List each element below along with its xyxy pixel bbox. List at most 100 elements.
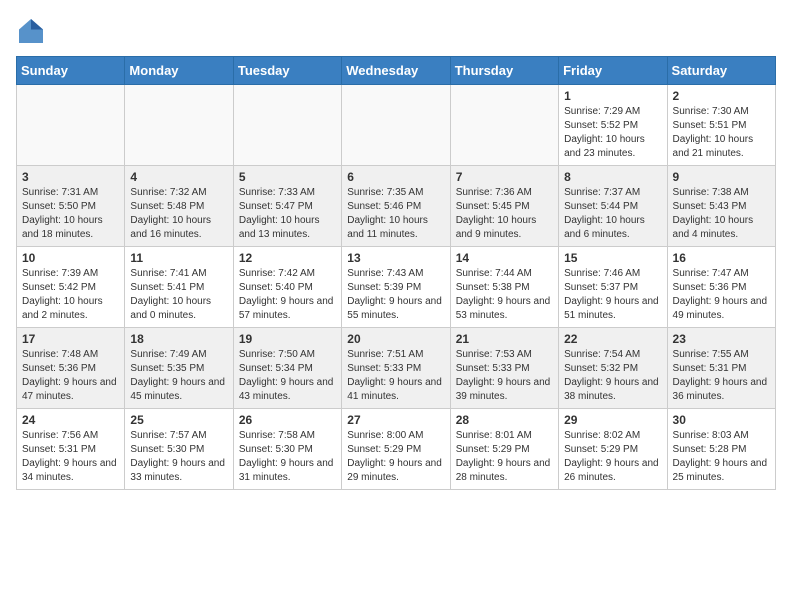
calendar-week-row: 17 Sunrise: 7:48 AMSunset: 5:36 PMDayligh… [17, 328, 776, 409]
calendar-day-cell: 18 Sunrise: 7:49 AMSunset: 5:35 PMDayligh… [125, 328, 233, 409]
day-number: 2 [673, 89, 770, 103]
calendar-day-cell: 8 Sunrise: 7:37 AMSunset: 5:44 PMDaylight… [559, 166, 667, 247]
calendar-day-cell: 29 Sunrise: 8:02 AMSunset: 5:29 PMDayligh… [559, 409, 667, 490]
day-info: Sunrise: 7:57 AMSunset: 5:30 PMDaylight:… [130, 429, 227, 485]
day-number: 17 [22, 332, 119, 346]
calendar-day-cell: 21 Sunrise: 7:53 AMSunset: 5:33 PMDayligh… [450, 328, 558, 409]
calendar-table: SundayMondayTuesdayWednesdayThursdayFrid… [16, 56, 776, 490]
calendar-day-cell [17, 85, 125, 166]
day-info: Sunrise: 7:49 AMSunset: 5:35 PMDaylight:… [130, 348, 227, 404]
day-number: 27 [347, 413, 444, 427]
day-number: 23 [673, 332, 770, 346]
weekday-header: Sunday [17, 57, 125, 85]
day-info: Sunrise: 7:43 AMSunset: 5:39 PMDaylight:… [347, 267, 444, 323]
day-info: Sunrise: 8:00 AMSunset: 5:29 PMDaylight:… [347, 429, 444, 485]
calendar-day-cell: 16Sunrise: 7:47 AMSunset: 5:36 PMDayligh… [667, 247, 775, 328]
weekday-header: Friday [559, 57, 667, 85]
day-info: Sunrise: 7:38 AMSunset: 5:43 PMDaylight:… [673, 186, 770, 242]
calendar-day-cell: 26 Sunrise: 7:58 AMSunset: 5:30 PMDayligh… [233, 409, 341, 490]
calendar-day-cell: 20 Sunrise: 7:51 AMSunset: 5:33 PMDayligh… [342, 328, 450, 409]
day-number: 1 [564, 89, 661, 103]
day-number: 18 [130, 332, 227, 346]
calendar-day-cell: 22 Sunrise: 7:54 AMSunset: 5:32 PMDayligh… [559, 328, 667, 409]
calendar-day-cell: 12 Sunrise: 7:42 AMSunset: 5:40 PMDayligh… [233, 247, 341, 328]
calendar-day-cell: 4 Sunrise: 7:32 AMSunset: 5:48 PMDaylight… [125, 166, 233, 247]
calendar-day-cell: 1 Sunrise: 7:29 AMSunset: 5:52 PMDaylight… [559, 85, 667, 166]
page-header [16, 16, 776, 46]
day-info: Sunrise: 7:51 AMSunset: 5:33 PMDaylight:… [347, 348, 444, 404]
calendar-day-cell: 13 Sunrise: 7:43 AMSunset: 5:39 PMDayligh… [342, 247, 450, 328]
day-info: Sunrise: 7:55 AMSunset: 5:31 PMDaylight:… [673, 348, 770, 404]
calendar-day-cell: 2Sunrise: 7:30 AMSunset: 5:51 PMDaylight… [667, 85, 775, 166]
day-number: 22 [564, 332, 661, 346]
calendar-day-cell: 6 Sunrise: 7:35 AMSunset: 5:46 PMDaylight… [342, 166, 450, 247]
day-number: 25 [130, 413, 227, 427]
day-number: 16 [673, 251, 770, 265]
day-info: Sunrise: 7:36 AMSunset: 5:45 PMDaylight:… [456, 186, 553, 242]
day-number: 12 [239, 251, 336, 265]
day-info: Sunrise: 7:54 AMSunset: 5:32 PMDaylight:… [564, 348, 661, 404]
calendar-day-cell: 30 Sunrise: 8:03 AMSunset: 5:28 PMDayligh… [667, 409, 775, 490]
day-info: Sunrise: 7:53 AMSunset: 5:33 PMDaylight:… [456, 348, 553, 404]
day-info: Sunrise: 8:01 AMSunset: 5:29 PMDaylight:… [456, 429, 553, 485]
weekday-header: Wednesday [342, 57, 450, 85]
day-info: Sunrise: 7:31 AMSunset: 5:50 PMDaylight:… [22, 186, 119, 242]
day-info: Sunrise: 8:02 AMSunset: 5:29 PMDaylight:… [564, 429, 661, 485]
day-number: 10 [22, 251, 119, 265]
logo [16, 16, 48, 46]
calendar-day-cell [125, 85, 233, 166]
calendar-week-row: 10 Sunrise: 7:39 AMSunset: 5:42 PMDayligh… [17, 247, 776, 328]
calendar-day-cell: 5Sunrise: 7:33 AMSunset: 5:47 PMDaylight… [233, 166, 341, 247]
day-info: Sunrise: 7:39 AMSunset: 5:42 PMDaylight:… [22, 267, 119, 323]
day-number: 24 [22, 413, 119, 427]
calendar-day-cell: 9Sunrise: 7:38 AMSunset: 5:43 PMDaylight… [667, 166, 775, 247]
calendar-day-cell [342, 85, 450, 166]
weekday-header-row: SundayMondayTuesdayWednesdayThursdayFrid… [17, 57, 776, 85]
day-number: 15 [564, 251, 661, 265]
day-info: Sunrise: 7:37 AMSunset: 5:44 PMDaylight:… [564, 186, 661, 242]
day-number: 21 [456, 332, 553, 346]
day-number: 6 [347, 170, 444, 184]
logo-icon [16, 16, 46, 46]
calendar-day-cell: 25 Sunrise: 7:57 AMSunset: 5:30 PMDayligh… [125, 409, 233, 490]
day-info: Sunrise: 7:58 AMSunset: 5:30 PMDaylight:… [239, 429, 336, 485]
calendar-day-cell: 10 Sunrise: 7:39 AMSunset: 5:42 PMDayligh… [17, 247, 125, 328]
day-info: Sunrise: 7:44 AMSunset: 5:38 PMDaylight:… [456, 267, 553, 323]
day-number: 28 [456, 413, 553, 427]
day-number: 7 [456, 170, 553, 184]
calendar-day-cell: 28 Sunrise: 8:01 AMSunset: 5:29 PMDayligh… [450, 409, 558, 490]
calendar-day-cell: 19Sunrise: 7:50 AMSunset: 5:34 PMDayligh… [233, 328, 341, 409]
calendar-day-cell: 3 Sunrise: 7:31 AMSunset: 5:50 PMDaylight… [17, 166, 125, 247]
day-info: Sunrise: 7:42 AMSunset: 5:40 PMDaylight:… [239, 267, 336, 323]
day-number: 3 [22, 170, 119, 184]
day-info: Sunrise: 8:03 AMSunset: 5:28 PMDaylight:… [673, 429, 770, 485]
calendar-week-row: 24 Sunrise: 7:56 AMSunset: 5:31 PMDayligh… [17, 409, 776, 490]
calendar-day-cell [450, 85, 558, 166]
day-info: Sunrise: 7:48 AMSunset: 5:36 PMDaylight:… [22, 348, 119, 404]
day-info: Sunrise: 7:56 AMSunset: 5:31 PMDaylight:… [22, 429, 119, 485]
calendar-week-row: 1 Sunrise: 7:29 AMSunset: 5:52 PMDaylight… [17, 85, 776, 166]
calendar-day-cell [233, 85, 341, 166]
calendar-day-cell: 14 Sunrise: 7:44 AMSunset: 5:38 PMDayligh… [450, 247, 558, 328]
day-info: Sunrise: 7:33 AMSunset: 5:47 PMDaylight:… [239, 186, 336, 242]
day-number: 20 [347, 332, 444, 346]
calendar-day-cell: 17 Sunrise: 7:48 AMSunset: 5:36 PMDayligh… [17, 328, 125, 409]
day-info: Sunrise: 7:29 AMSunset: 5:52 PMDaylight:… [564, 105, 661, 161]
weekday-header: Monday [125, 57, 233, 85]
day-info: Sunrise: 7:41 AMSunset: 5:41 PMDaylight:… [130, 267, 227, 323]
weekday-header: Tuesday [233, 57, 341, 85]
calendar-day-cell: 7 Sunrise: 7:36 AMSunset: 5:45 PMDaylight… [450, 166, 558, 247]
calendar-day-cell: 15 Sunrise: 7:46 AMSunset: 5:37 PMDayligh… [559, 247, 667, 328]
day-info: Sunrise: 7:32 AMSunset: 5:48 PMDaylight:… [130, 186, 227, 242]
day-number: 13 [347, 251, 444, 265]
day-number: 26 [239, 413, 336, 427]
day-number: 4 [130, 170, 227, 184]
day-info: Sunrise: 7:46 AMSunset: 5:37 PMDaylight:… [564, 267, 661, 323]
day-number: 30 [673, 413, 770, 427]
calendar-week-row: 3 Sunrise: 7:31 AMSunset: 5:50 PMDaylight… [17, 166, 776, 247]
day-number: 14 [456, 251, 553, 265]
day-number: 8 [564, 170, 661, 184]
day-info: Sunrise: 7:35 AMSunset: 5:46 PMDaylight:… [347, 186, 444, 242]
day-number: 29 [564, 413, 661, 427]
weekday-header: Saturday [667, 57, 775, 85]
